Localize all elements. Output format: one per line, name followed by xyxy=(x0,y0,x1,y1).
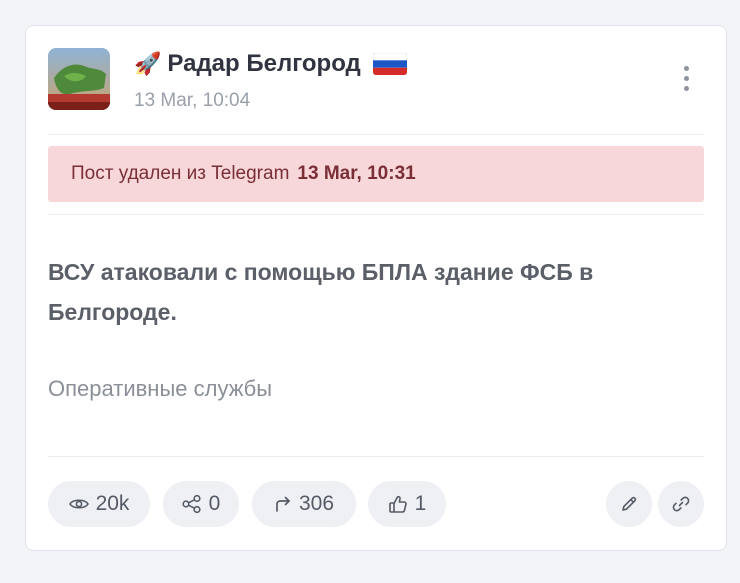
views-counter[interactable]: 20k xyxy=(48,481,150,527)
russia-flag-icon xyxy=(372,53,407,75)
pencil-icon xyxy=(622,496,637,511)
eye-icon xyxy=(68,499,89,509)
likes-counter[interactable]: 1 xyxy=(368,481,446,527)
channel-avatar[interactable] xyxy=(48,48,110,110)
header-divider xyxy=(48,134,704,135)
copy-link-button[interactable] xyxy=(658,481,704,527)
footer-divider xyxy=(48,456,704,457)
deleted-alert-text: Пост удален из Telegram xyxy=(71,163,290,184)
post-date: 13 Mar, 10:04 xyxy=(134,90,251,111)
likes-count: 1 xyxy=(414,492,427,515)
shares-count: 0 xyxy=(208,492,221,515)
menu-dot xyxy=(683,85,689,91)
link-icon xyxy=(672,496,690,512)
edit-button[interactable] xyxy=(606,481,652,527)
post-text: ВСУ атаковали с помощью БПЛА здание ФСБ … xyxy=(48,259,594,325)
channel-title[interactable]: 🚀 Радар Белгород xyxy=(134,50,407,78)
share-nodes-icon xyxy=(182,495,201,513)
shares-counter[interactable]: 0 xyxy=(163,481,239,527)
deleted-alert-date: 13 Mar, 10:31 xyxy=(297,163,416,184)
menu-dot xyxy=(683,75,689,81)
post-card: 🚀 Радар Белгород 13 Mar, 10:04 Пост удал… xyxy=(25,25,727,551)
kebab-menu-icon[interactable] xyxy=(676,58,696,98)
forwards-count: 306 xyxy=(298,492,335,515)
avatar-image xyxy=(48,48,110,110)
rocket-icon: 🚀 xyxy=(134,51,162,76)
alert-divider xyxy=(48,214,704,215)
forwards-counter[interactable]: 306 xyxy=(252,481,356,527)
views-count: 20k xyxy=(95,492,130,515)
post-source: Оперативные службы xyxy=(48,376,273,401)
deleted-alert: Пост удален из Telegram 13 Mar, 10:31 xyxy=(48,146,704,202)
thumbs-up-icon xyxy=(388,495,407,513)
channel-name: Радар Белгород xyxy=(167,50,361,77)
forward-arrow-icon xyxy=(276,496,290,512)
menu-dot xyxy=(683,65,689,71)
